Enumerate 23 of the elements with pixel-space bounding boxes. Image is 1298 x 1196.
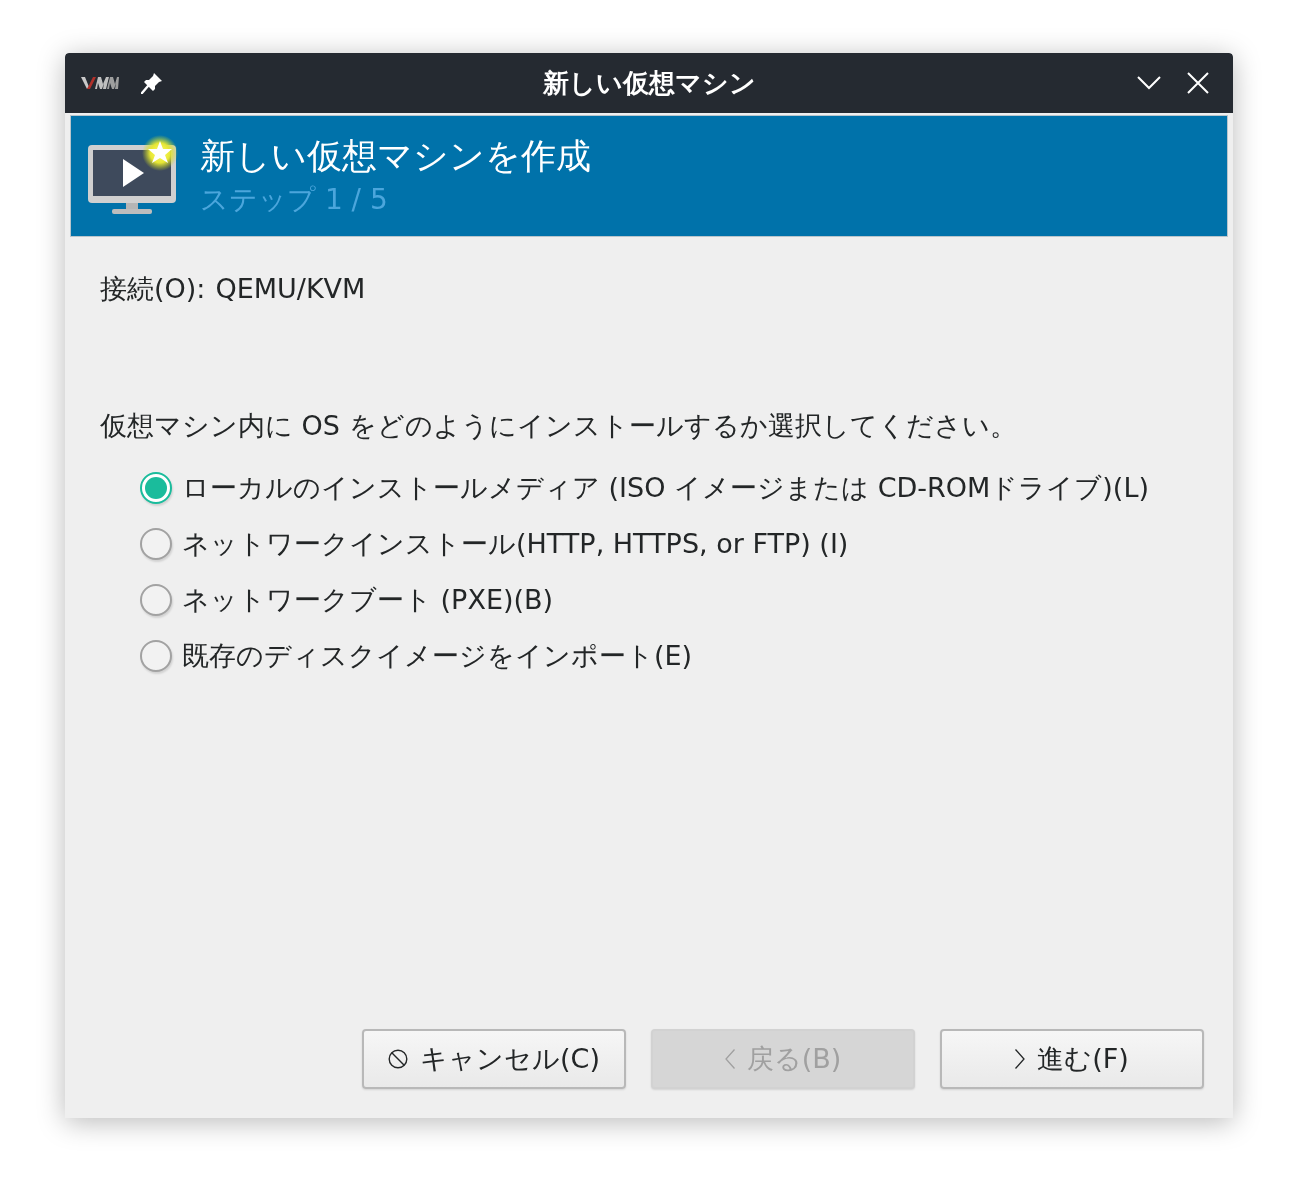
chevron-down-icon[interactable] xyxy=(1137,76,1161,90)
prompt-text: 仮想マシン内に OS をどのようにインストールするか選択してください。 xyxy=(100,409,1017,443)
pin-icon[interactable] xyxy=(141,72,163,94)
prohibited-icon xyxy=(388,1049,409,1069)
radio-label[interactable]: ローカルのインストールメディア (ISO イメージまたは CD-ROMドライブ)(L) xyxy=(182,469,1149,507)
chevron-right-icon xyxy=(1015,1049,1026,1069)
app-logo-icon xyxy=(81,76,119,90)
radio-label[interactable]: 既存のディスクイメージをインポート(E) xyxy=(182,637,693,675)
chevron-left-icon xyxy=(724,1049,735,1069)
header-title: 新しい仮想マシンを作成 xyxy=(200,135,591,178)
connection-value: QEMU/KVM xyxy=(215,272,366,306)
radio-button[interactable] xyxy=(140,472,172,504)
radio-button[interactable] xyxy=(140,528,172,560)
radio-button[interactable] xyxy=(140,584,172,616)
window-title: 新しい仮想マシン xyxy=(542,67,756,100)
forward-button[interactable]: 進む(F) xyxy=(940,1029,1204,1089)
connection-label: 接続(O): xyxy=(100,272,206,306)
cancel-button[interactable]: キャンセル(C) xyxy=(362,1029,626,1089)
radio-button[interactable] xyxy=(140,640,172,672)
radio-label[interactable]: ネットワークブート (PXE)(B) xyxy=(182,581,554,619)
step-indicator: ステップ 1 / 5 xyxy=(200,182,389,218)
radio-label[interactable]: ネットワークインストール(HTTP, HTTPS, or FTP) (I) xyxy=(182,525,849,563)
close-icon[interactable] xyxy=(1187,72,1209,94)
